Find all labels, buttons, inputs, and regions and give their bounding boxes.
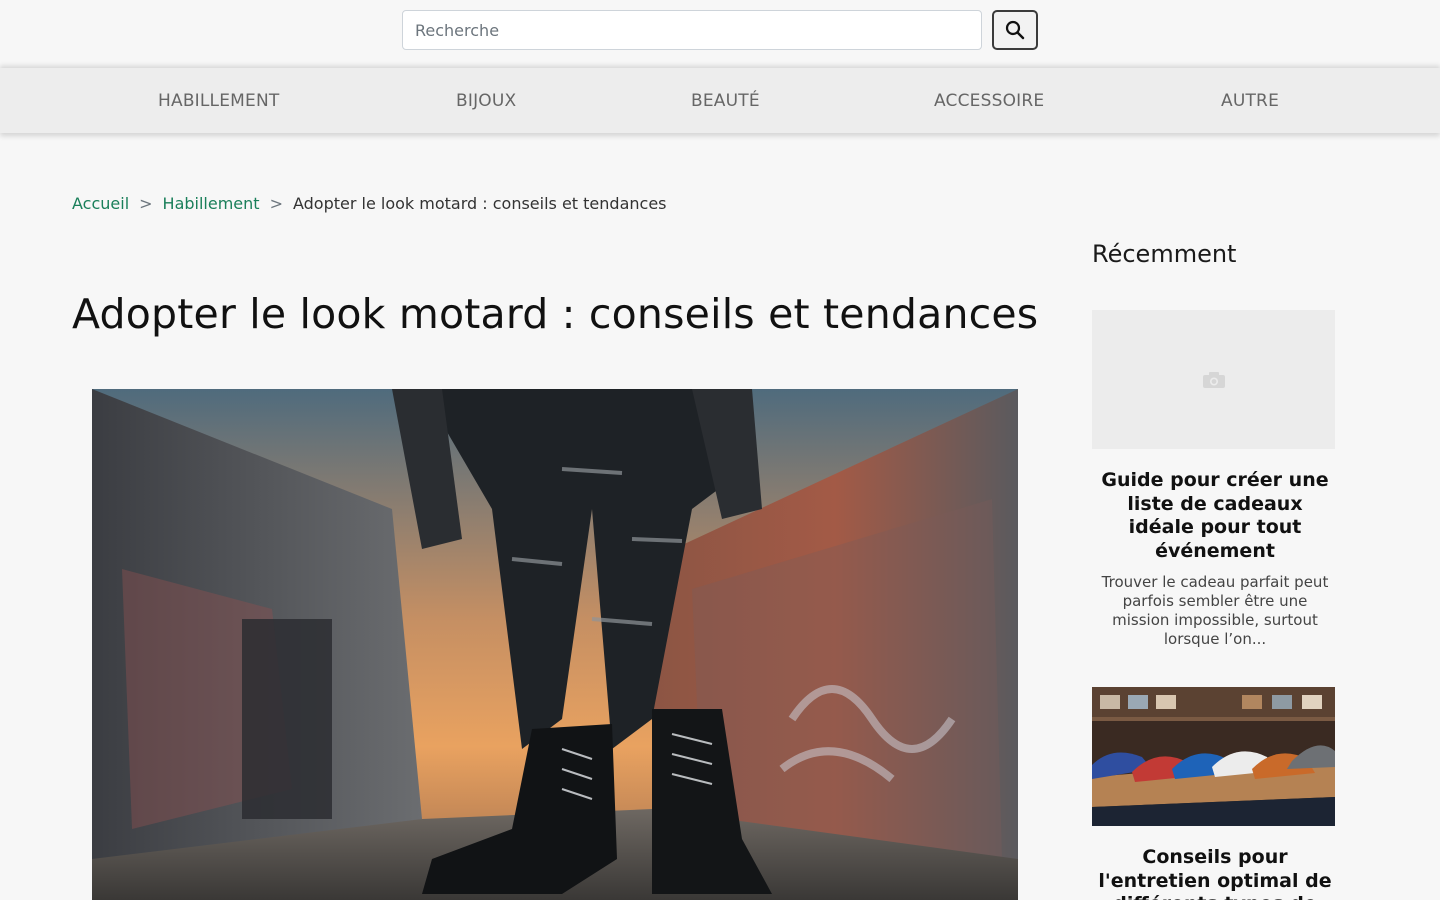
recent-post-card[interactable]: Guide pour créer une liste de cadeaux id… — [1092, 310, 1335, 649]
breadcrumb-separator: > — [139, 194, 153, 213]
search-input[interactable] — [402, 10, 982, 50]
nav-item-habillement[interactable]: HABILLEMENT — [158, 68, 279, 133]
nav-item-bijoux[interactable]: BIJOUX — [456, 68, 516, 133]
photo-hero — [92, 389, 1018, 900]
breadcrumb-home-link[interactable]: Accueil — [72, 194, 129, 213]
recent-post-thumbnail[interactable] — [1092, 687, 1335, 826]
search-icon — [1005, 20, 1025, 40]
sneakers-photo — [1092, 687, 1335, 826]
sidebar-title: Récemment — [1092, 240, 1237, 268]
recent-post-card[interactable]: Conseils pour l'entretien optimal de dif… — [1092, 687, 1335, 900]
top-header — [0, 0, 1440, 68]
breadcrumb-separator: > — [269, 194, 283, 213]
breadcrumb-current: Adopter le look motard : conseils et ten… — [292, 194, 667, 213]
nav-item-accessoire[interactable]: ACCESSOIRE — [934, 68, 1044, 133]
recent-post-title[interactable]: Guide pour créer une liste de cadeaux id… — [1092, 469, 1338, 563]
page-title: Adopter le look motard : conseils et ten… — [72, 290, 1039, 338]
camera-icon — [1202, 371, 1225, 388]
recent-post-excerpt: Trouver le cadeau parfait peut parfois s… — [1101, 573, 1329, 648]
main-nav: HABILLEMENT BIJOUX BEAUTÉ ACCESSOIRE AUT… — [0, 68, 1440, 133]
recent-post-thumbnail[interactable] — [1092, 310, 1335, 449]
nav-item-autre[interactable]: AUTRE — [1221, 68, 1279, 133]
article-hero-image — [92, 389, 1018, 900]
breadcrumb: Accueil > Habillement > Adopter le look … — [72, 194, 667, 213]
recent-post-title[interactable]: Conseils pour l'entretien optimal de dif… — [1092, 846, 1338, 900]
breadcrumb-category-link[interactable]: Habillement — [163, 194, 260, 213]
nav-item-beaute[interactable]: BEAUTÉ — [691, 68, 760, 133]
search-button[interactable] — [992, 10, 1038, 50]
